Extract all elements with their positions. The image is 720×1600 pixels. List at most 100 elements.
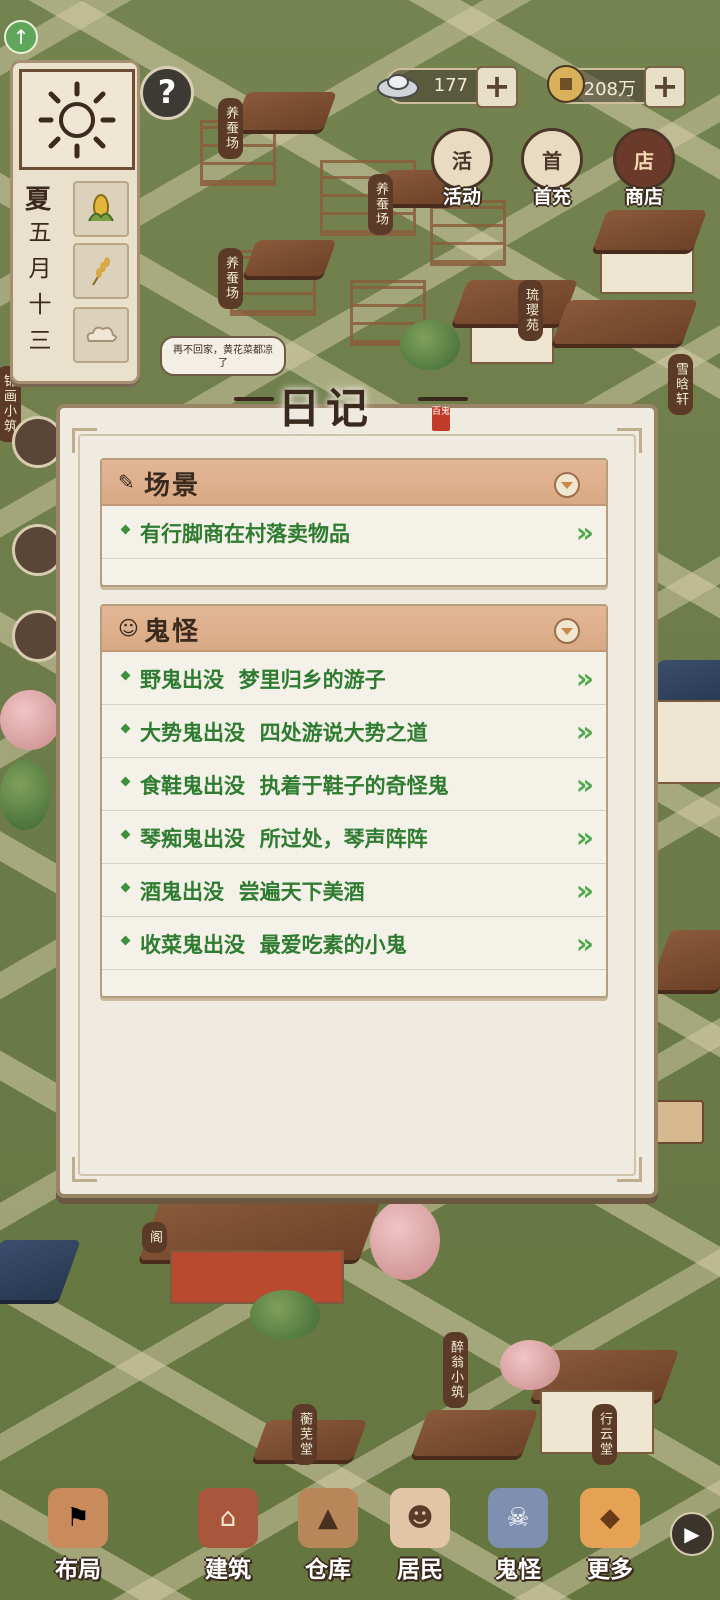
map-label[interactable]: 养蚕场 [368, 174, 393, 235]
nav-label: 仓库 [305, 1557, 351, 1583]
date-char: 三 [28, 328, 52, 354]
corn-icon [88, 194, 114, 222]
bullet-icon [120, 829, 131, 840]
blossom-tree [500, 1340, 560, 1390]
entry-text: 收菜鬼出没 最爱吃素的小鬼 [140, 933, 407, 957]
map-label[interactable]: 养蚕场 [218, 98, 243, 159]
diary-entry[interactable]: 琴痴鬼出没 所过处，琴声阵阵 » [102, 811, 606, 864]
silver-currency: 177 + [377, 66, 518, 108]
diary-entry[interactable]: 野鬼出没 梦里归乡的游子 » [102, 652, 606, 705]
bottom-nav: ⚑ 布局 ⌂ 建筑 ▲ 仓库 ☻ 居民 ☠ 鬼怪 ◆ 更多 [0, 1482, 720, 1600]
diary-title: 日记 [278, 384, 375, 433]
map-label[interactable]: 醉翁小筑 [443, 1332, 468, 1408]
house-roof [592, 210, 708, 250]
crop-slot[interactable] [73, 307, 129, 363]
bullet-icon [120, 882, 131, 893]
silver-ingot-icon [377, 74, 419, 99]
nav-warehouse-button[interactable]: ▲ 仓库 [280, 1482, 376, 1594]
ghost-section-title: 鬼怪 [144, 617, 201, 647]
activity-button[interactable]: 活 活动 [424, 128, 500, 212]
date-char: 月 [28, 256, 52, 282]
first-recharge-button[interactable]: 首 首充 [514, 128, 590, 212]
ghost-section-header[interactable]: ☺ 鬼怪 [102, 606, 606, 652]
go-arrow-icon[interactable]: » [576, 927, 594, 960]
go-arrow-icon[interactable]: » [576, 516, 594, 549]
crop-slot[interactable] [73, 243, 129, 299]
activity-icon: 活 [431, 128, 493, 190]
house-roof [451, 280, 579, 324]
diary-entry[interactable]: 有行脚商在村落卖物品 » [102, 506, 606, 559]
calendar-panel[interactable]: 夏 五 月 十 三 [10, 60, 140, 384]
add-coin-button[interactable]: + [644, 66, 686, 108]
entry-text: 酒鬼出没 尝遍天下美酒 [140, 880, 365, 904]
entry-text: 琴痴鬼出没 所过处，琴声阵阵 [140, 827, 428, 851]
upgrade-arrow-icon[interactable]: ↑ [4, 20, 38, 54]
scene-section-header[interactable]: ✎ 场景 [102, 460, 606, 506]
nav-ghosts-button[interactable]: ☠ 鬼怪 [470, 1482, 566, 1594]
go-arrow-icon[interactable]: » [576, 821, 594, 854]
building-icon: ⌂ [198, 1488, 258, 1548]
diary-title-banner: 日记 [228, 375, 498, 433]
go-arrow-icon[interactable]: » [576, 662, 594, 695]
title-swirl [234, 397, 274, 401]
hundred-ghosts-seal: 百鬼 [432, 407, 450, 431]
scene-section: ✎ 场景 有行脚商在村落卖物品 » [100, 458, 608, 587]
cloud-icon [86, 326, 117, 342]
nav-build-button[interactable]: ⌂ 建筑 [180, 1482, 276, 1594]
map-label[interactable]: 阁 [142, 1222, 167, 1253]
diary-entry[interactable]: 收菜鬼出没 最爱吃素的小鬼 » [102, 917, 606, 970]
collapse-toggle-icon[interactable] [554, 472, 580, 498]
bullet-icon [120, 670, 131, 681]
shed-roof [233, 92, 337, 130]
add-silver-button[interactable]: + [476, 66, 518, 108]
go-arrow-icon[interactable]: » [576, 715, 594, 748]
map-label[interactable]: 蘅芜堂 [292, 1404, 317, 1465]
pavilion-wall [170, 1250, 344, 1304]
map-label[interactable]: 琉璎苑 [518, 280, 543, 341]
go-arrow-icon[interactable]: » [576, 768, 594, 801]
more-icon: ◆ [580, 1488, 640, 1548]
ghost-face-icon: ☺ [118, 616, 139, 640]
entry-text: 有行脚商在村落卖物品 [140, 522, 350, 546]
bullet-icon [120, 723, 131, 734]
map-label[interactable]: 行云堂 [592, 1404, 617, 1465]
bullet-icon [120, 776, 131, 787]
diary-entry[interactable]: 大势鬼出没 四处游说大势之道 » [102, 705, 606, 758]
activity-label: 活动 [442, 186, 481, 208]
collapse-toggle-icon[interactable] [554, 618, 580, 644]
shop-icon: 店 [613, 128, 675, 190]
map-label[interactable]: 养蚕场 [218, 248, 243, 309]
date-char: 五 [28, 220, 52, 246]
panel-corner [72, 428, 97, 453]
title-swirl [418, 397, 468, 401]
nav-layout-button[interactable]: ⚑ 布局 [30, 1482, 126, 1594]
crop-slot[interactable] [73, 181, 129, 237]
nav-more-button[interactable]: ◆ 更多 [562, 1482, 658, 1594]
panel-corner [617, 1157, 642, 1182]
season-label: 夏 [25, 185, 52, 215]
diary-entry[interactable]: 酒鬼出没 尝遍天下美酒 » [102, 864, 606, 917]
pine-tree [250, 1290, 320, 1340]
ghost-icon: ☠ [488, 1488, 548, 1548]
tree [0, 760, 50, 830]
expand-arrow-button[interactable]: ▶ [670, 1512, 714, 1556]
shop-button[interactable]: 店 商店 [606, 128, 682, 212]
entry-text: 食鞋鬼出没 执着于鞋子的奇怪鬼 [140, 774, 449, 798]
house-wall [650, 700, 720, 784]
house-roof [411, 1410, 539, 1456]
help-button[interactable]: ? [140, 66, 194, 120]
copper-coin-icon [547, 65, 585, 103]
map-label[interactable]: 雪晗轩 [668, 354, 693, 415]
bullet-icon [120, 524, 131, 535]
money-bag-icon: 首 [521, 128, 583, 190]
nav-label: 居民 [397, 1557, 443, 1583]
scene-section-title: 场景 [144, 471, 201, 501]
diary-entry[interactable]: 食鞋鬼出没 执着于鞋子的奇怪鬼 » [102, 758, 606, 811]
nav-label: 鬼怪 [495, 1557, 541, 1583]
go-arrow-icon[interactable]: » [576, 874, 594, 907]
nav-label: 布局 [55, 1557, 101, 1583]
wheat-icon [92, 257, 110, 286]
first-recharge-label: 首充 [532, 186, 571, 208]
nav-residents-button[interactable]: ☻ 居民 [372, 1482, 468, 1594]
brush-icon: ✎ [118, 470, 135, 494]
